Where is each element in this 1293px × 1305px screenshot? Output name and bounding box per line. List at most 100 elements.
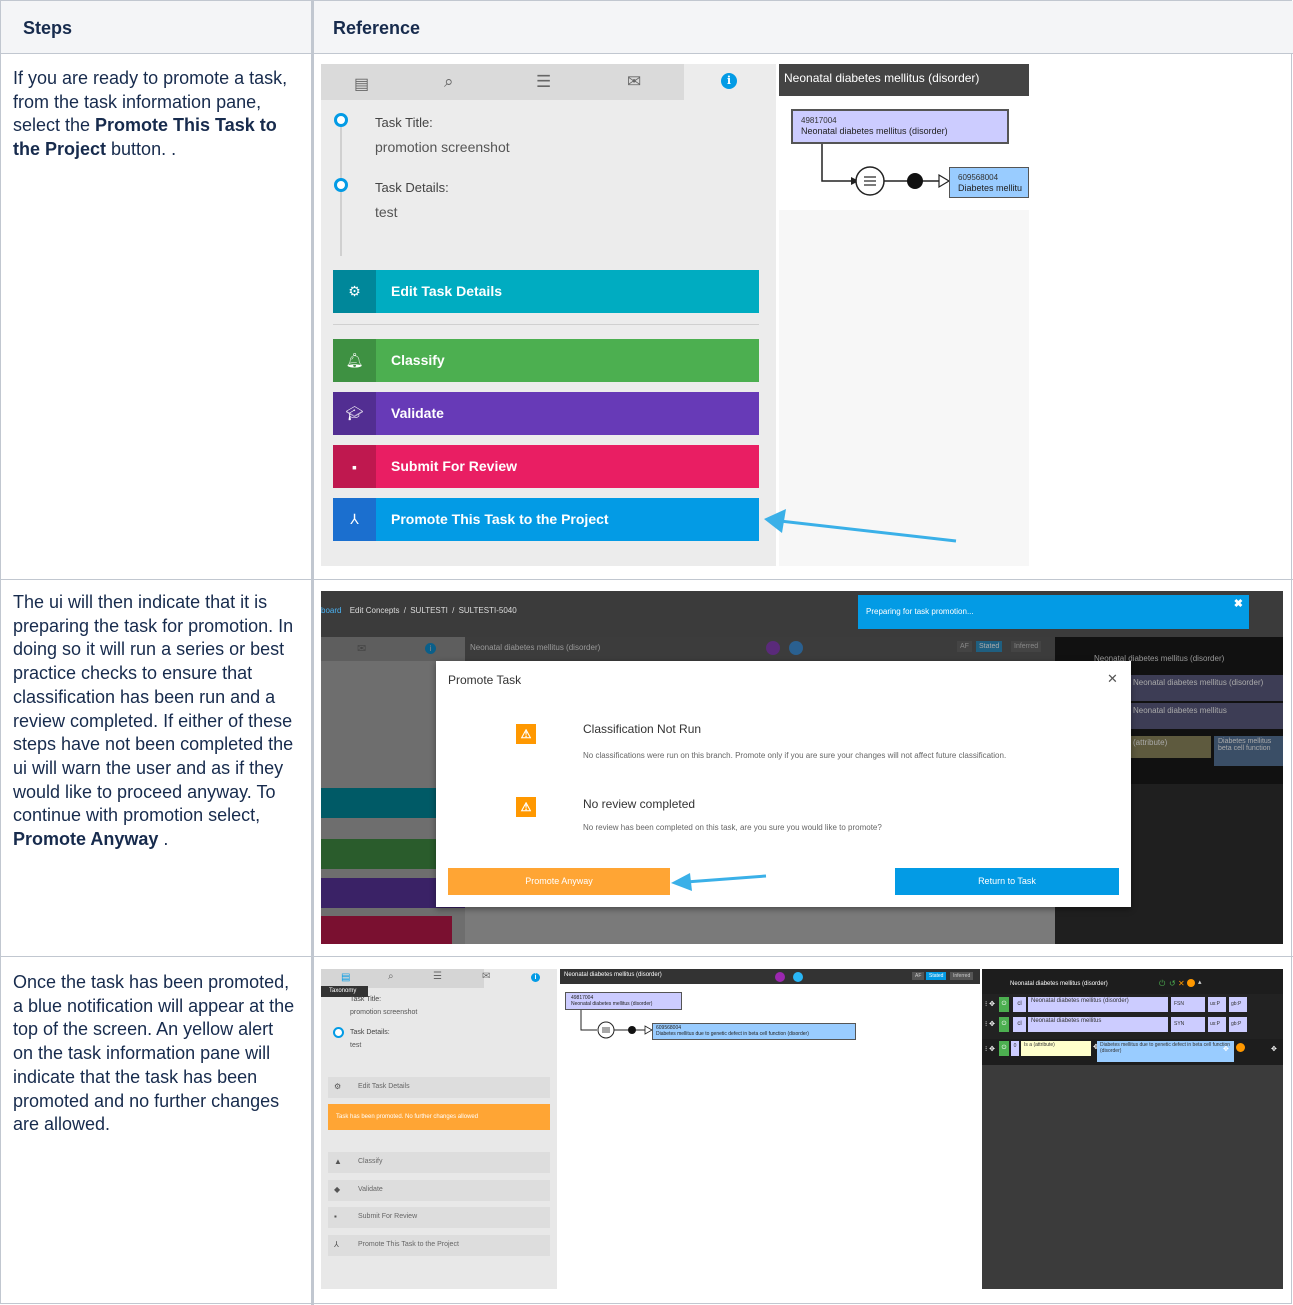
active-toggle[interactable]: ⏻ (999, 1041, 1009, 1056)
column-divider (311, 1, 314, 1305)
timeline-dot (333, 1027, 344, 1038)
graduation-cap-icon: 🎓︎ (333, 392, 376, 435)
breadcrumb-dashboard[interactable]: board (321, 606, 341, 615)
search-icon[interactable]: ⌕ (388, 971, 394, 982)
task-details-label: Task Details: (375, 180, 449, 195)
diagram-header-title: Neonatal diabetes mellitus (disorder) (564, 972, 662, 978)
concept-id: 49817004 (801, 116, 837, 125)
taxonomy-icon[interactable]: ▤ (341, 972, 350, 983)
info-icon[interactable]: i (531, 973, 540, 982)
timeline-dot (334, 113, 348, 127)
target-id: 609568004 (958, 173, 999, 182)
target-name: Diabetes mellitus due to genetic defect … (656, 1031, 809, 1037)
close-icon[interactable]: ✕ (1107, 671, 1118, 687)
chat-icon: ▪ (333, 445, 376, 488)
submit-for-review-button[interactable]: ▪ Submit For Review (333, 445, 759, 488)
breadcrumb: board Edit Concepts / SULTESTI / SULTEST… (321, 606, 517, 615)
task-title-value: promotion screenshot (350, 1009, 418, 1016)
concept-box[interactable]: 49817004 Neonatal diabetes mellitus (diso… (565, 992, 682, 1010)
tab-inferred[interactable]: Inferred (950, 972, 974, 980)
move-icon[interactable]: ✥ (1223, 1045, 1229, 1053)
attribute-value: Diabetes mellitus beta cell function (1214, 736, 1283, 766)
diagram-connectors (580, 1010, 653, 1039)
concept-icon[interactable] (775, 972, 785, 982)
description-type[interactable]: SYN (1171, 1017, 1205, 1032)
divider (333, 324, 759, 325)
description-term[interactable]: Neonatal diabetes mellitus (disorder) (1028, 997, 1168, 1012)
notification-banner: Preparing for task promotion... ✖ (858, 595, 1249, 629)
warning-text: No review has been completed on this tas… (583, 823, 882, 832)
task-title-label: Task Title: (350, 996, 382, 1003)
description-term[interactable]: Neonatal diabetes mellitus (1028, 1017, 1168, 1032)
submit-for-review-button[interactable]: ▪ Submit For Review (328, 1207, 550, 1228)
close-icon[interactable]: ✕ (1178, 979, 1185, 988)
info-icon[interactable]: i (721, 73, 737, 89)
relationship-type[interactable]: Is a (attribute) (1021, 1041, 1091, 1056)
chevron-up-icon[interactable]: ▴ (1198, 978, 1202, 986)
concept-name: Neonatal diabetes mellitus (disorder) (801, 126, 948, 136)
drag-handle-icon[interactable]: ⁝ ✥ (985, 1020, 995, 1028)
search-icon[interactable]: ⌕ (444, 72, 454, 92)
task-title-value: promotion screenshot (375, 139, 510, 155)
promote-task-button[interactable]: ⅄ Promote This Task to the Project (333, 498, 759, 541)
breadcrumb-edit-concepts[interactable]: Edit Concepts (350, 606, 400, 615)
step-2-text: The ui will then indicate that it is pre… (13, 592, 294, 850)
table-header-row: Steps Reference (1, 1, 1293, 54)
breadcrumb-task[interactable]: SULTESTI-5040 (459, 606, 517, 615)
relationship-target[interactable]: Diabetes mellitus due to genetic defect … (1097, 1041, 1234, 1062)
active-toggle[interactable]: ⏻ (999, 997, 1009, 1012)
numbered-list-icon[interactable]: ☰ (536, 72, 551, 92)
pointer-arrow (671, 873, 767, 891)
drag-handle-icon[interactable]: ⁝ ✥ (985, 1045, 995, 1053)
promote-anyway-button[interactable]: Promote Anyway (448, 868, 670, 895)
power-icon[interactable]: ⏻ (1159, 979, 1165, 989)
mail-icon[interactable]: ✉ (627, 72, 641, 92)
return-to-task-button[interactable]: Return to Task (895, 868, 1119, 895)
breadcrumb-project[interactable]: SULTESTI (410, 606, 448, 615)
case-significance[interactable]: cl (1013, 997, 1026, 1012)
column-header-reference: Reference (333, 18, 421, 38)
tab-stated[interactable]: Stated (926, 972, 947, 980)
target-concept-box[interactable]: 609568004 Diabetes mellitu (949, 167, 1029, 198)
numbered-list-icon[interactable]: ☰ (433, 971, 442, 982)
bell-icon: ▲ (334, 1157, 342, 1166)
promoted-alert: Task has been promoted. No further chang… (328, 1104, 550, 1130)
promote-task-button[interactable]: ⅄ Promote This Task to the Project (328, 1235, 550, 1256)
acceptability-gb[interactable]: gb:P (1229, 997, 1247, 1012)
merge-icon: ⅄ (334, 1240, 339, 1249)
undo-icon[interactable]: ↺ (1169, 979, 1176, 988)
attribute-type: (attribute) (1131, 736, 1211, 758)
active-toggle[interactable]: ⏻ (999, 1017, 1009, 1032)
close-icon[interactable]: ✖ (1234, 597, 1243, 610)
warning-title: Classification Not Run (583, 722, 702, 736)
edit-icon[interactable] (793, 972, 803, 982)
validate-button[interactable]: ◆ Validate (328, 1180, 550, 1201)
acceptability-us[interactable]: us:P (1208, 1017, 1226, 1032)
acceptability-gb[interactable]: gb:P (1229, 1017, 1247, 1032)
classify-button[interactable]: ▲ Classify (328, 1152, 550, 1173)
tab-bar-dim (321, 637, 465, 661)
modal-title: Promote Task (448, 673, 522, 687)
move-icon[interactable]: ✥ (1271, 1045, 1277, 1053)
mail-icon[interactable]: ✉ (482, 971, 490, 982)
column-header-steps: Steps (23, 18, 73, 38)
role-group[interactable]: 0 (1011, 1041, 1019, 1056)
edit-task-details-button[interactable]: ⚙ Edit Task Details (333, 270, 759, 313)
description-type[interactable]: FSN (1171, 997, 1205, 1012)
task-details-value: test (350, 1042, 362, 1049)
warning-text: No classifications were run on this bran… (583, 751, 1007, 760)
gear-icon: ⚙ (334, 1082, 342, 1091)
tab-af[interactable]: AF (912, 972, 925, 980)
validate-button[interactable]: 🎓︎ Validate (333, 392, 759, 435)
list-icon[interactable]: ▤ (354, 74, 369, 94)
concept-name: Neonatal diabetes mellitus (disorder) (571, 1001, 653, 1007)
edit-task-details-button[interactable]: ⚙ Edit Task Details (328, 1077, 550, 1098)
acceptability-us[interactable]: us:P (1208, 997, 1226, 1012)
classify-button[interactable]: 🔔︎ Classify (333, 339, 759, 382)
case-significance[interactable]: cl (1013, 1017, 1026, 1032)
graduation-cap-icon: ◆ (334, 1185, 341, 1194)
target-concept-box[interactable]: 609568004 Diabetes mellitus due to geneti… (652, 1023, 856, 1040)
promote-task-modal: Promote Task ✕ ⚠ Classification Not Run … (436, 661, 1131, 907)
task-details-value: test (375, 204, 398, 220)
drag-handle-icon[interactable]: ⁝ ✥ (985, 1000, 995, 1008)
